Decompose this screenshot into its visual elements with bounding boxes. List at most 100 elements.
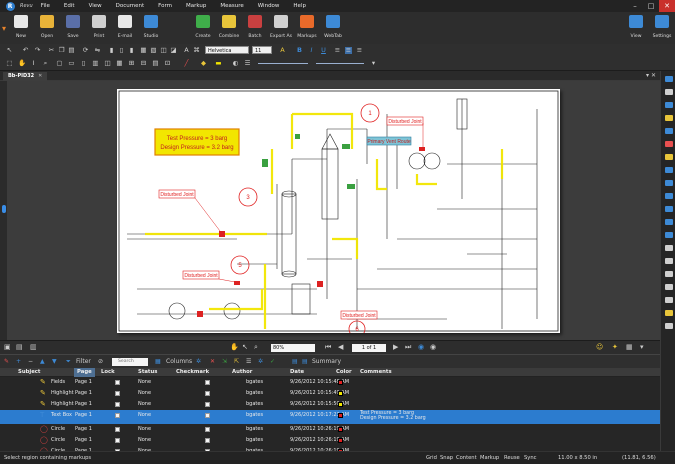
stamp-tool-icon[interactable] — [665, 115, 673, 121]
tab-close-icon[interactable]: ✕ — [38, 73, 42, 79]
row-lock-checkbox[interactable] — [115, 427, 120, 432]
col-subject[interactable]: Subject — [18, 368, 40, 377]
copy-icon[interactable]: ❐ — [58, 47, 65, 54]
markup-row[interactable]: ◯ Circle Page 1 None bgates 9/26/2012 10:26:1… — [0, 424, 660, 435]
text-align-center-icon[interactable]: ≡ — [345, 47, 352, 54]
forward-view-icon[interactable]: ◉ — [430, 344, 436, 351]
ungroup-icon[interactable]: ▧ — [150, 47, 157, 54]
menu-form[interactable]: Form — [158, 3, 172, 9]
columns-icon[interactable]: ▦ — [155, 358, 161, 366]
ribbon-view-button[interactable]: View — [623, 12, 649, 44]
app-logo[interactable]: R — [0, 0, 20, 12]
arrow-tool-icon[interactable]: ↖ — [6, 47, 13, 54]
underline-icon[interactable]: U — [320, 47, 327, 54]
left-panel-handle[interactable] — [2, 205, 6, 213]
opacity-icon[interactable]: ◐ — [232, 60, 239, 67]
col-status[interactable]: Status — [138, 368, 157, 377]
continuous-icon[interactable]: ▥ — [92, 60, 99, 67]
row-status[interactable]: None — [138, 377, 151, 388]
export-icon[interactable]: ⇱ — [234, 358, 239, 366]
markup-up-icon[interactable]: ▲ — [40, 358, 45, 366]
next-page-icon[interactable]: ▶ — [393, 344, 398, 351]
status-icon[interactable]: ☰ — [246, 358, 251, 366]
measure-icon[interactable]: ⊡ — [164, 60, 171, 67]
minimize-icon[interactable]: – — [627, 0, 643, 12]
italic-icon[interactable]: I — [308, 47, 315, 54]
bring-front-icon[interactable]: ◫ — [160, 47, 167, 54]
font-color-icon[interactable]: A — [279, 47, 286, 54]
row-checkmark-checkbox[interactable] — [205, 427, 210, 432]
font-size-select[interactable]: 11 — [252, 46, 272, 54]
settings-small-icon[interactable]: ✲ — [196, 358, 201, 366]
maximize-icon[interactable]: □ — [643, 0, 659, 12]
row-checkmark-checkbox[interactable] — [205, 402, 210, 407]
link-tool-icon[interactable] — [665, 323, 673, 329]
polyline-tool-icon[interactable] — [665, 180, 673, 186]
thumbnails-icon[interactable]: ▤ — [152, 60, 159, 67]
pen-tool-icon[interactable] — [665, 128, 673, 134]
close-icon[interactable]: ✕ — [659, 0, 675, 12]
ribbon-settings-button[interactable]: Settings — [649, 12, 675, 44]
page-field[interactable]: 1 of 1 — [352, 344, 386, 352]
document-page[interactable]: Test Pressure = 3 barg Design Pressure =… — [117, 89, 560, 333]
zoom-icon[interactable]: ⌕ — [42, 60, 49, 67]
ribbon-batch-button[interactable]: Batch — [242, 12, 268, 44]
ellipse-tool-icon[interactable] — [665, 219, 673, 225]
ribbon-save-button[interactable]: Save — [60, 12, 86, 44]
callout-disturbed-joint-2[interactable]: Disturbed Joint — [160, 192, 194, 198]
last-page-icon[interactable]: ⏭ — [405, 344, 411, 351]
arrow-tool-icon[interactable] — [665, 167, 673, 173]
rulers-icon[interactable]: ⊞ — [128, 60, 135, 67]
markup-row[interactable]: T Text Box Page 1 None bgates 9/26/2012 10:17… — [0, 410, 660, 424]
line-end-preview[interactable] — [316, 63, 364, 64]
markup-add-icon[interactable]: + — [16, 358, 21, 366]
row-lock-checkbox[interactable] — [115, 402, 120, 407]
col-page[interactable]: Page — [74, 368, 95, 377]
ribbon-webtab-button[interactable]: WebTab — [320, 12, 346, 44]
menu-help[interactable]: Help — [293, 3, 306, 9]
summary-list-icon[interactable]: ▤ — [302, 358, 308, 366]
text-tool-icon[interactable] — [665, 76, 673, 82]
polygon-tool-icon[interactable] — [665, 232, 673, 238]
ribbon-print-button[interactable]: Print — [86, 12, 112, 44]
row-checkmark-checkbox[interactable] — [205, 413, 210, 418]
ribbon-e-mail-button[interactable]: E-mail — [112, 12, 138, 44]
menu-file[interactable]: File — [41, 3, 50, 9]
align-center-icon[interactable]: ▯ — [118, 47, 125, 54]
menu-markup[interactable]: Markup — [186, 3, 206, 9]
callout-primary-vent[interactable]: Primary Vent Route — [367, 139, 411, 145]
import-icon[interactable]: ⇲ — [222, 358, 227, 366]
text-box-annotation[interactable]: Test Pressure = 3 barg Design Pressure =… — [154, 128, 240, 156]
col-checkmark[interactable]: Checkmark — [176, 368, 209, 377]
group-icon[interactable]: ▦ — [140, 47, 147, 54]
image-tool-icon[interactable] — [665, 258, 673, 264]
columns-button[interactable]: Columns — [166, 358, 192, 366]
toggle-reuse[interactable]: Reuse — [504, 455, 520, 462]
menu-document[interactable]: Document — [116, 3, 145, 9]
summary-button[interactable]: Summary — [312, 358, 341, 366]
thumbnails-toggle-icon[interactable]: ▥ — [30, 344, 37, 351]
clear-filter-icon[interactable]: ⊘ — [98, 358, 103, 366]
layers-icon[interactable]: ⊟ — [140, 60, 147, 67]
note-tool-icon[interactable] — [665, 89, 673, 95]
highlight-color-icon[interactable]: ▬ — [215, 60, 222, 67]
undo-icon[interactable]: ↶ — [22, 47, 29, 54]
text-align-right-icon[interactable]: ≡ — [356, 47, 363, 54]
col-lock[interactable]: Lock — [101, 368, 115, 377]
toggle-grid[interactable]: Grid — [426, 455, 437, 462]
row-lock-checkbox[interactable] — [115, 413, 120, 418]
align-left-icon[interactable]: ▮ — [108, 47, 115, 54]
document-tab[interactable]: Bb-PID32 ✕ — [3, 72, 48, 81]
fit-page-icon[interactable]: ▢ — [56, 60, 63, 67]
ribbon-create-button[interactable]: Create — [190, 12, 216, 44]
callout-disturbed-joint-3[interactable]: Disturbed Joint — [184, 273, 218, 279]
fill-color-icon[interactable]: ◆ — [200, 60, 207, 67]
font-family-select[interactable]: Helvetica — [205, 46, 249, 54]
select-tool-icon[interactable]: ↖ — [242, 344, 248, 351]
line-end-dropdown-icon[interactable]: ▾ — [370, 60, 377, 67]
markup-row[interactable]: ✎ Highlight Page 1 None bgates 9/26/2012 10:1… — [0, 388, 660, 399]
text-tool-icon[interactable]: A — [183, 47, 190, 54]
markup-delete-icon[interactable]: ✎ — [4, 358, 9, 366]
split-icon[interactable]: ▤ — [16, 344, 23, 351]
align-right-icon[interactable]: ▮ — [128, 47, 135, 54]
